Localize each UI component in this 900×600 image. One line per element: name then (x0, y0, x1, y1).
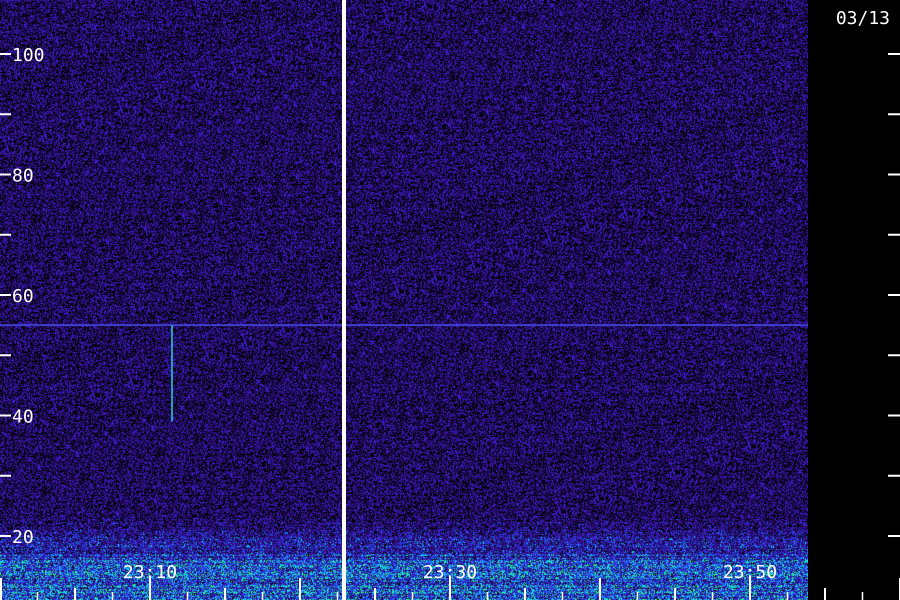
x-tick-label: 23:50 (723, 562, 777, 583)
x-tick-label: 23:10 (123, 562, 177, 583)
y-tick-label: 60 (12, 286, 34, 307)
date-label: 03/13 (836, 8, 890, 29)
y-tick-label: 20 (12, 527, 34, 548)
spectrogram-intensity (0, 0, 808, 600)
y-tick-label: 40 (12, 407, 34, 428)
x-tick-label: 23:30 (423, 562, 477, 583)
y-tick-label: 100 (12, 45, 45, 66)
spectrogram-chart: 20 40 60 80 100 23:10 23:30 23:50 03/13 (0, 0, 900, 600)
y-tick-label: 80 (12, 166, 34, 187)
